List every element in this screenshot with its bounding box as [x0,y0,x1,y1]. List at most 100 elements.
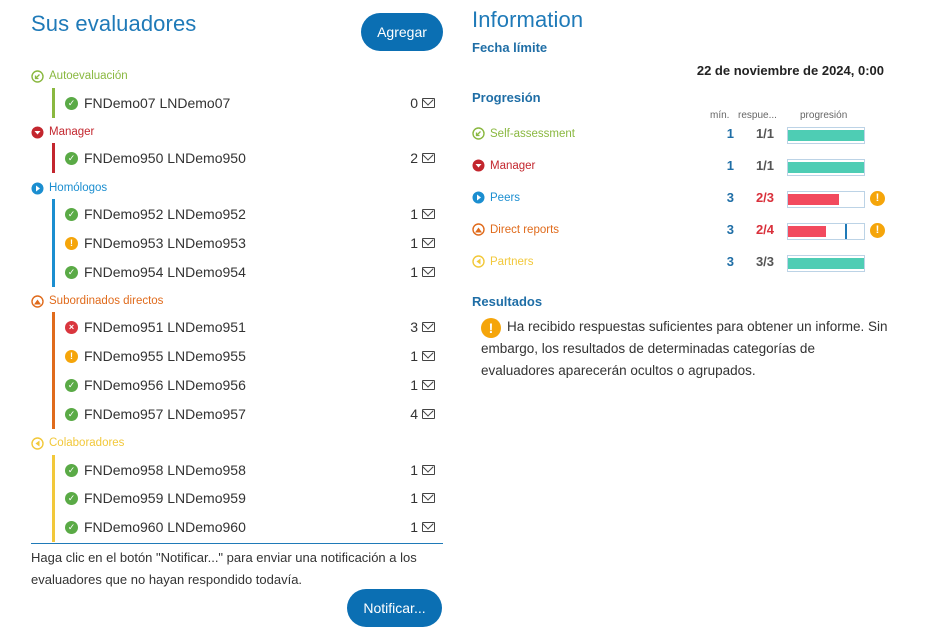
reminder-count: 1 [410,264,418,280]
progress-row: Peers 3 2/3! [472,187,902,211]
partners-icon [472,255,485,268]
evaluator-row[interactable]: ✓ FNDemo959 LNDemo959 1 [65,485,435,511]
mail-icon[interactable] [422,380,435,390]
check-icon: ✓ [65,491,78,505]
group-label: Autoevaluación [49,70,128,82]
progress-fill [788,130,864,141]
mail-icon[interactable] [422,493,435,503]
manager-icon [31,126,44,139]
progress-bar [787,255,865,272]
evaluator-row[interactable]: ✓ FNDemo957 LNDemo957 4 [65,401,435,427]
evaluator-name: FNDemo07 LNDemo07 [84,95,231,111]
evaluator-row[interactable]: ✓ FNDemo956 LNDemo956 1 [65,372,435,398]
check-icon: ✓ [65,207,78,221]
error-icon: × [65,320,78,334]
mail-icon[interactable] [422,98,435,108]
progress-heading: Progresión [472,90,541,105]
group-bar [52,312,55,429]
reminder-count: 1 [410,519,418,535]
evaluator-name: FNDemo954 LNDemo954 [84,264,246,280]
progress-responses: 2/3 [755,190,775,205]
deadline-heading: Fecha límite [472,40,548,55]
information-panel: Information Fecha límite 22 de noviembre… [472,0,902,634]
progress-min: 3 [726,190,734,205]
check-icon: ✓ [65,96,78,110]
mail-icon[interactable] [422,238,435,248]
mail-icon[interactable] [422,267,435,277]
group-bar [52,143,55,173]
check-icon: ✓ [65,265,78,279]
mail-icon[interactable] [422,465,435,475]
progress-category: Self-assessment [490,127,576,140]
progress-fill [788,162,864,173]
evaluator-row[interactable]: ✓ FNDemo958 LNDemo958 1 [65,457,435,483]
add-button[interactable]: Agregar [361,13,443,51]
evaluator-row[interactable]: ✓ FNDemo960 LNDemo960 1 [65,514,435,540]
evaluator-name: FNDemo956 LNDemo956 [84,377,246,393]
evaluator-row[interactable]: ✓ FNDemo952 LNDemo952 1 [65,201,435,227]
progress-bar [787,159,865,176]
mail-icon[interactable] [422,351,435,361]
progress-min: 3 [726,222,734,237]
mail-icon[interactable] [422,209,435,219]
notify-note: Haga clic en el botón "Notificar..." par… [31,550,417,587]
progress-bar [787,223,865,240]
evaluator-name: FNDemo959 LNDemo959 [84,490,246,506]
peers-icon [31,182,44,195]
progress-category: Peers [490,191,521,204]
self-assessment-icon [31,69,44,83]
mail-icon[interactable] [422,409,435,419]
warning-icon: ! [65,349,78,363]
check-icon: ✓ [65,463,78,477]
evaluator-name: FNDemo955 LNDemo955 [84,348,246,364]
direct-reports-icon [472,223,485,236]
progress-category: Partners [490,255,534,268]
evaluator-row[interactable]: ! FNDemo953 LNDemo953 1 [65,230,435,256]
deadline-value: 22 de noviembre de 2024, 0:00 [696,63,884,78]
reminder-count: 1 [410,377,418,393]
group-label: Manager [49,126,95,138]
group-bar [52,199,55,287]
peers-icon [472,191,485,204]
column-progress: progresión [800,110,848,121]
progress-responses: 3/3 [755,254,775,269]
information-title: Information [472,7,584,32]
warning-icon: ! [870,223,885,238]
group-header: Manager [31,124,94,140]
group-label: Colaboradores [49,437,125,449]
warning-icon: ! [870,191,885,206]
evaluator-name: FNDemo952 LNDemo952 [84,206,246,222]
progress-category: Manager [490,159,536,172]
evaluator-row[interactable]: × FNDemo951 LNDemo951 3 [65,314,435,340]
notify-button[interactable]: Notificar... [347,589,442,627]
evaluator-row[interactable]: ✓ FNDemo07 LNDemo07 0 [65,90,435,116]
evaluator-name: FNDemo950 LNDemo950 [84,150,246,166]
results-text: Ha recibido respuestas suficientes para … [481,319,888,378]
check-icon: ✓ [65,378,78,392]
column-responses: respue... [738,110,777,121]
progress-min: 1 [726,158,734,173]
self-assessment-icon [472,127,485,140]
progress-category: Direct reports [490,223,560,236]
progress-label: Peers [472,191,520,204]
evaluator-name: FNDemo953 LNDemo953 [84,235,246,251]
mail-icon[interactable] [422,522,435,532]
progress-row: Self-assessment 1 1/1 [472,123,902,147]
reminder-count: 0 [410,95,418,111]
mail-icon[interactable] [422,322,435,332]
progress-label: Partners [472,255,533,268]
check-icon: ✓ [65,151,78,165]
reminder-count: 2 [410,150,418,166]
evaluator-row[interactable]: ✓ FNDemo950 LNDemo950 2 [65,145,435,171]
evaluator-row[interactable]: ✓ FNDemo954 LNDemo954 1 [65,259,435,285]
reminder-count: 1 [410,348,418,364]
progress-min: 1 [726,126,734,141]
progress-row: Manager 1 1/1 [472,155,902,179]
progress-label: Direct reports [472,223,559,236]
partners-icon [31,436,44,450]
progress-fill [788,226,826,237]
evaluator-row[interactable]: ! FNDemo955 LNDemo955 1 [65,343,435,369]
reminder-count: 1 [410,462,418,478]
mail-icon[interactable] [422,153,435,163]
reminder-count: 1 [410,490,418,506]
